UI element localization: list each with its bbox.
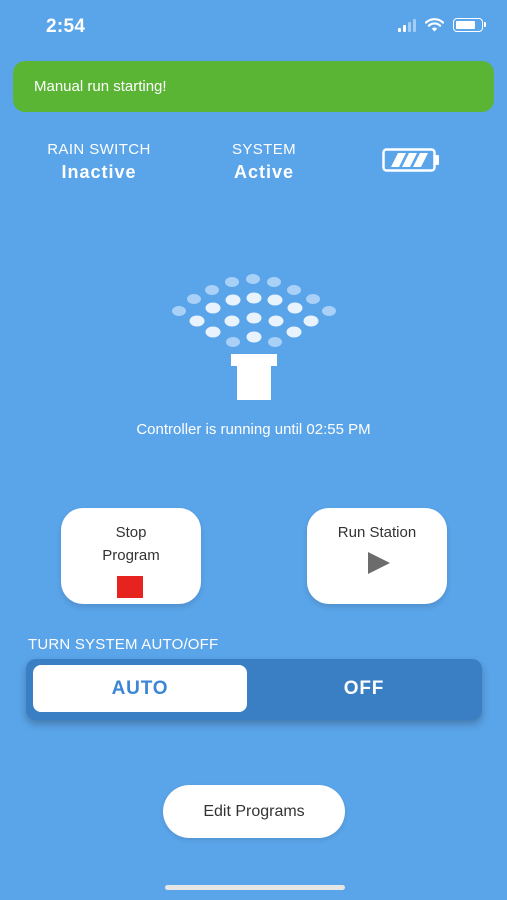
sprinkler-icon (172, 274, 336, 400)
status-battery-icon (453, 18, 486, 32)
toggle-off-option[interactable]: OFF (254, 665, 474, 712)
toast-notification: Manual run starting! (13, 61, 494, 112)
stop-icon (117, 576, 143, 598)
cellular-signal-icon (398, 18, 416, 32)
system-toggle-label: TURN SYSTEM AUTO/OFF (28, 636, 219, 653)
controller-battery-icon (382, 148, 439, 172)
system-value: Active (233, 162, 295, 182)
home-indicator[interactable] (165, 885, 345, 890)
status-bar: 2:54 (0, 0, 507, 56)
play-icon (368, 552, 390, 574)
toast-message: Manual run starting! (34, 78, 167, 95)
toggle-auto-option[interactable]: AUTO (33, 665, 247, 712)
rain-switch-status: RAIN SWITCH Inactive (40, 141, 158, 183)
stop-program-label-line1: Stop (115, 524, 147, 541)
rain-switch-value: Inactive (61, 162, 137, 182)
run-station-label: Run Station (337, 524, 417, 541)
edit-programs-button[interactable]: Edit Programs (163, 785, 345, 838)
status-icons (398, 18, 486, 32)
wifi-icon (425, 18, 444, 32)
status-time: 2:54 (46, 16, 86, 37)
stop-program-label: Stop Program (61, 521, 201, 567)
controller-status-text: Controller is running until 02:55 PM (136, 421, 371, 438)
stop-program-label-line2: Program (102, 547, 160, 564)
system-status: SYSTEM Active (217, 141, 311, 183)
stop-program-button[interactable]: Stop Program (61, 508, 201, 604)
system-mode-toggle[interactable]: AUTO OFF (26, 659, 482, 720)
run-station-button[interactable]: Run Station (307, 508, 447, 604)
system-label: SYSTEM (231, 141, 297, 158)
rain-switch-label: RAIN SWITCH (47, 141, 151, 158)
